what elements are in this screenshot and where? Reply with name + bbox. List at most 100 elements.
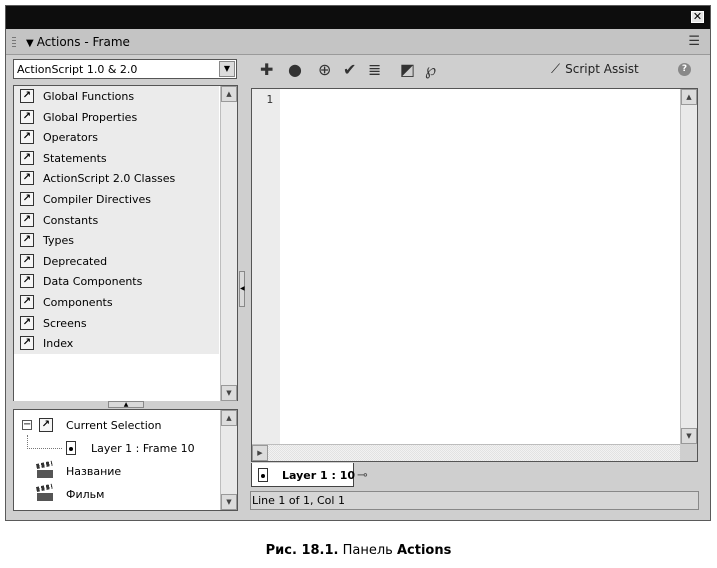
toolbox-item-label: Deprecated — [43, 254, 108, 268]
magic-wand-icon: ⟋ — [551, 62, 561, 77]
scene-clapper-icon — [35, 483, 53, 501]
pin-script-icon[interactable]: ⊸ — [357, 468, 368, 483]
collapse-triangle-icon[interactable]: ▼ — [26, 38, 34, 49]
scene-clapper-icon — [35, 460, 53, 478]
panel-title[interactable]: ▼ Actions - Frame — [26, 35, 130, 49]
book-icon: ↗ — [20, 294, 34, 309]
version-select-value: ActionScript 1.0 & 2.0 — [17, 63, 138, 76]
line-number-gutter: 1 — [252, 89, 280, 444]
nav-scene-item[interactable]: Фильм — [14, 483, 219, 505]
code-hint-icon[interactable]: ◩ — [400, 62, 415, 78]
editor-vertical-scrollbar[interactable]: ▲ ▼ — [680, 89, 697, 444]
toolbox-item-label: Types — [43, 234, 74, 248]
line-number: 1 — [266, 93, 273, 106]
toolbox-list: ↗ Global Functions ↗ Global Properties ↗ Oper… — [14, 86, 219, 354]
title-bar[interactable]: ✕ — [6, 6, 710, 29]
caption-number: Рис. 18.1. — [265, 543, 339, 558]
find-icon[interactable]: ● — [288, 62, 302, 78]
help-icon[interactable]: ? — [678, 63, 691, 76]
script-assist-button[interactable]: ⟋ Script Assist — [551, 62, 639, 77]
caption-bold-word: Actions — [396, 543, 452, 558]
tab-label: Layer 1 : 10 — [282, 469, 355, 482]
toolbox-item-label: Components — [43, 295, 113, 309]
toolbox-item-label: Operators — [43, 131, 98, 145]
script-navigator: − ↗ Current Selection Layer 1 : Frame 10… — [13, 409, 238, 511]
toolbox-item[interactable]: ↗ Operators — [14, 127, 219, 148]
toolbox-item[interactable]: ↗ ActionScript 2.0 Classes — [14, 168, 219, 189]
toolbox-item[interactable]: ↗ Components — [14, 291, 219, 313]
nav-scene-item-label: Название — [66, 465, 122, 478]
collapse-up-arrow-icon[interactable]: ▲ — [108, 401, 144, 408]
toolbox-item-label: ActionScript 2.0 Classes — [43, 172, 176, 186]
index-icon: ↗ — [20, 336, 34, 351]
left-right-splitter[interactable]: ◀ — [238, 59, 246, 511]
toolbox-item[interactable]: ↗ Types — [14, 230, 219, 251]
book-icon: ↗ — [20, 274, 34, 289]
panel-title-text: Actions - Frame — [36, 35, 130, 49]
scroll-down-arrow-icon[interactable]: ▼ — [221, 385, 237, 401]
script-editor[interactable]: 1 ▲ ▼ ◀ ▶ — [251, 88, 698, 462]
toolbox-item-label: Constants — [43, 213, 99, 227]
navigator-scrollbar[interactable]: ▲ ▼ — [220, 410, 237, 510]
target-path-icon[interactable]: ⊕ — [318, 62, 331, 78]
toolbox-item-label: Global Properties — [43, 110, 138, 124]
collapse-minus-icon[interactable]: − — [22, 420, 32, 430]
scroll-up-arrow-icon[interactable]: ▲ — [221, 86, 237, 102]
book-icon: ↗ — [20, 89, 34, 103]
toolbox-item-label: Statements — [43, 151, 107, 165]
editor-horizontal-scrollbar[interactable]: ◀ ▶ — [252, 444, 680, 461]
nav-current-selection[interactable]: − ↗ Current Selection — [14, 416, 219, 436]
toolbox-item[interactable]: ↗ Global Functions — [14, 86, 219, 107]
script-assist-label: Script Assist — [565, 62, 639, 76]
frame-icon — [258, 468, 268, 482]
toolbox-item[interactable]: ↗ Screens — [14, 312, 219, 334]
toolbox-item[interactable]: ↗ Statements — [14, 147, 219, 169]
gripper-icon[interactable] — [12, 37, 16, 47]
nav-scene-item[interactable]: Название — [14, 460, 219, 482]
panel-header[interactable]: ▼ Actions - Frame ☰ — [6, 29, 710, 55]
tab-layer-1-frame-10[interactable]: Layer 1 : 10 — [251, 463, 355, 487]
scroll-up-arrow-icon[interactable]: ▲ — [681, 89, 697, 105]
toolbox-item-label: Index — [43, 337, 74, 351]
toolbox-item[interactable]: ↗ Compiler Directives — [14, 188, 219, 210]
panel-options-menu-icon[interactable]: ☰ — [688, 34, 700, 49]
tree-connector — [27, 435, 62, 449]
collapse-left-arrow-icon[interactable]: ◀ — [239, 271, 245, 307]
nav-current-selection-label: Current Selection — [66, 419, 162, 432]
toolbox-scrollbar[interactable]: ▲ ▼ — [220, 86, 237, 401]
book-icon: ↗ — [20, 253, 34, 268]
nav-frame-item[interactable]: Layer 1 : Frame 10 — [14, 435, 219, 459]
status-text: Line 1 of 1, Col 1 — [252, 494, 345, 507]
book-icon: ↗ — [20, 212, 34, 227]
add-statement-icon[interactable]: ✚ — [260, 62, 273, 78]
status-bar: Line 1 of 1, Col 1 — [250, 491, 699, 510]
scroll-right-arrow-icon[interactable]: ▶ — [252, 445, 268, 461]
toolbox-item[interactable]: ↗ Global Properties — [14, 106, 219, 128]
toolbox-item[interactable]: ↗ Deprecated — [14, 250, 219, 272]
close-button[interactable]: ✕ — [691, 11, 704, 23]
toolbox-item-label: Data Components — [43, 275, 143, 289]
chevron-down-icon[interactable]: ▼ — [219, 61, 235, 77]
check-syntax-icon[interactable]: ✔ — [343, 62, 356, 78]
actions-toolbox: ↗ Global Functions ↗ Global Properties ↗ Oper… — [13, 85, 238, 402]
toolbox-item-label: Screens — [43, 316, 87, 330]
book-icon: ↗ — [20, 150, 34, 165]
book-icon: ↗ — [20, 171, 34, 186]
nav-frame-item-label: Layer 1 : Frame 10 — [91, 442, 195, 455]
scroll-down-arrow-icon[interactable]: ▼ — [221, 494, 237, 510]
actionscript-version-select[interactable]: ActionScript 1.0 & 2.0 ▼ — [13, 59, 237, 79]
debug-options-icon[interactable]: ℘ — [425, 62, 436, 78]
auto-format-icon[interactable]: ≣ — [368, 62, 381, 78]
script-toolbar: ✚ ● ⊕ ✔ ≣ ◩ ℘ ⟋ Script Assist ? — [248, 56, 706, 86]
scroll-down-arrow-icon[interactable]: ▼ — [681, 428, 697, 444]
book-icon: ↗ — [20, 315, 34, 330]
toolbox-item[interactable]: ↗ Constants — [14, 209, 219, 231]
scroll-up-arrow-icon[interactable]: ▲ — [221, 410, 237, 426]
book-icon: ↗ — [20, 109, 34, 124]
toolbox-navigator-splitter[interactable]: ▲ — [13, 401, 238, 409]
toolbox-item[interactable]: ↗ Data Components — [14, 271, 219, 292]
toolbox-item[interactable]: ↗ Index — [14, 333, 219, 354]
figure-caption: Рис. 18.1. Панель Actions — [0, 543, 717, 558]
book-icon: ↗ — [20, 130, 34, 145]
frame-icon — [66, 441, 76, 455]
